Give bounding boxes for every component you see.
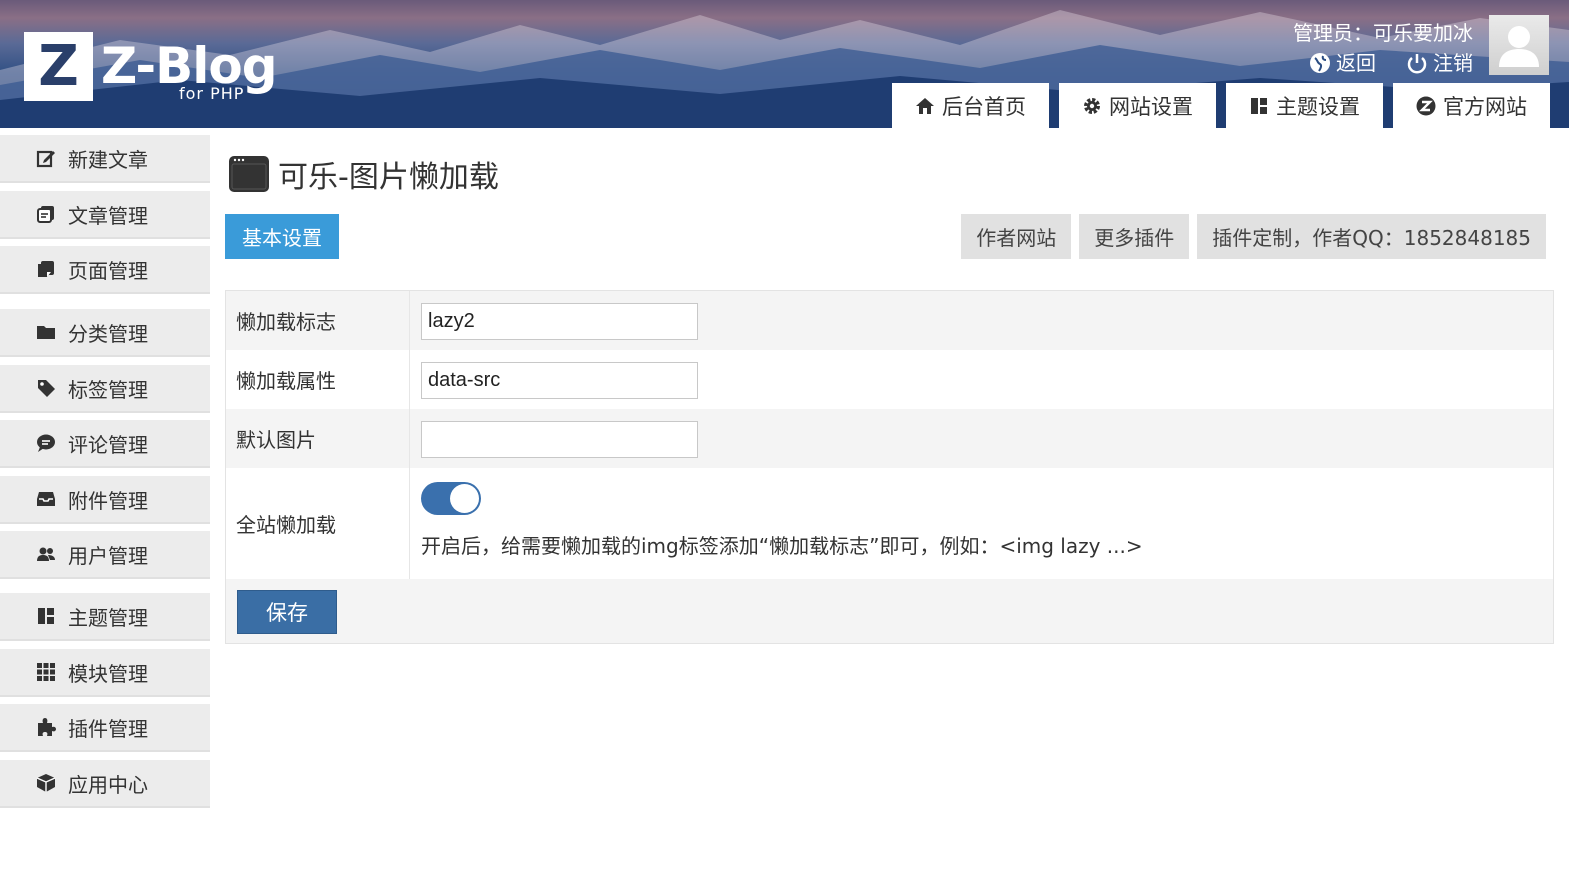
save-button[interactable]: 保存 (237, 590, 337, 634)
settings-form: 懒加载标志 懒加载属性 默认图片 全站懒加载 开启后，给需要懒加载的img标签添… (225, 290, 1554, 644)
box-icon (36, 773, 56, 793)
window-icon (229, 156, 269, 192)
articles-icon (36, 204, 56, 224)
sidebar-item-comments[interactable]: 评论管理 (0, 420, 210, 468)
users-icon (36, 544, 56, 564)
user-info: 管理员：可乐要加冰 返回 注销 (1293, 20, 1473, 76)
sidebar-item-attachments[interactable]: 附件管理 (0, 476, 210, 524)
avatar[interactable] (1489, 15, 1549, 75)
page-title-text: 可乐-图片懒加载 (278, 160, 499, 195)
page-title: 可乐-图片懒加载 (228, 152, 499, 196)
row-default-image: 默认图片 (226, 409, 1553, 468)
default-image-input[interactable] (421, 421, 698, 458)
logo-mark: Z (24, 32, 93, 101)
back-link[interactable]: 返回 (1309, 50, 1376, 76)
default-image-label: 默认图片 (226, 409, 410, 468)
logout-label: 注销 (1433, 51, 1473, 75)
more-plugins-button[interactable]: 更多插件 (1079, 214, 1190, 259)
sidebar-item-plugins[interactable]: 插件管理 (0, 704, 210, 752)
nav-theme-settings[interactable]: 主题设置 (1226, 83, 1383, 128)
sidebar-item-articles[interactable]: 文章管理 (0, 191, 210, 239)
row-sitewide-lazy: 全站懒加载 开启后，给需要懒加载的img标签添加“懒加载标志”即可，例如：<im… (226, 468, 1553, 579)
lazy-attr-input[interactable] (421, 362, 698, 399)
sitewide-lazy-hint: 开启后，给需要懒加载的img标签添加“懒加载标志”即可，例如：<img lazy… (421, 534, 1143, 558)
inbox-icon (36, 489, 56, 509)
nav-official-site[interactable]: 官方网站 (1393, 83, 1550, 128)
row-lazy-attr: 懒加载属性 (226, 350, 1553, 409)
user-avatar-icon (1499, 26, 1539, 67)
gear-icon (1084, 97, 1100, 114)
logout-link[interactable]: 注销 (1406, 50, 1473, 76)
toggle-knob (450, 484, 479, 513)
sidebar-item-tags[interactable]: 标签管理 (0, 365, 210, 413)
sidebar-item-app-center[interactable]: 应用中心 (0, 760, 210, 808)
lazy-flag-label: 懒加载标志 (226, 291, 410, 350)
custom-plugin-button[interactable]: 插件定制，作者QQ：1852848185 (1197, 214, 1546, 259)
layout-icon (1251, 97, 1267, 114)
back-label: 返回 (1336, 51, 1376, 75)
edit-icon (36, 148, 56, 168)
zblog-icon (1416, 96, 1436, 115)
plugin-links: 作者网站 更多插件 插件定制，作者QQ：1852848185 (961, 214, 1546, 259)
puzzle-icon (36, 717, 56, 737)
comment-icon (36, 433, 56, 453)
grid-icon (36, 662, 56, 682)
sitewide-lazy-label: 全站懒加载 (226, 468, 410, 579)
sidebar-item-pages[interactable]: 页面管理 (0, 246, 210, 294)
sidebar-item-new-article[interactable]: 新建文章 (0, 135, 210, 183)
lazy-attr-label: 懒加载属性 (226, 350, 410, 409)
sidebar-item-categories[interactable]: 分类管理 (0, 309, 210, 357)
row-lazy-flag: 懒加载标志 (226, 291, 1553, 350)
lazy-flag-input[interactable] (421, 303, 698, 340)
tag-icon (36, 378, 56, 398)
logo-subtitle: for PHP (179, 84, 245, 103)
layout-icon (36, 606, 56, 626)
sidebar-item-themes[interactable]: 主题管理 (0, 593, 210, 641)
sidebar-item-modules[interactable]: 模块管理 (0, 649, 210, 697)
page-icon (36, 259, 56, 279)
folder-icon (36, 322, 56, 342)
nav-site-settings[interactable]: 网站设置 (1059, 83, 1216, 128)
globe-icon (1310, 53, 1330, 73)
author-site-button[interactable]: 作者网站 (961, 214, 1072, 259)
top-navigation: 后台首页 网站设置 主题设置 官方网站 (892, 83, 1550, 128)
home-icon (916, 97, 934, 114)
power-icon (1407, 54, 1427, 74)
nav-dashboard[interactable]: 后台首页 (892, 83, 1049, 128)
sitewide-lazy-toggle[interactable] (421, 482, 481, 515)
header-banner: Z Z-Blog for PHP 管理员：可乐要加冰 返回 注销 后台首页 网站… (0, 0, 1569, 128)
zblog-logo[interactable]: Z Z-Blog for PHP (24, 32, 278, 103)
sidebar-item-users[interactable]: 用户管理 (0, 531, 210, 579)
tab-basic-settings[interactable]: 基本设置 (225, 214, 339, 259)
admin-name: 管理员：可乐要加冰 (1293, 21, 1473, 45)
